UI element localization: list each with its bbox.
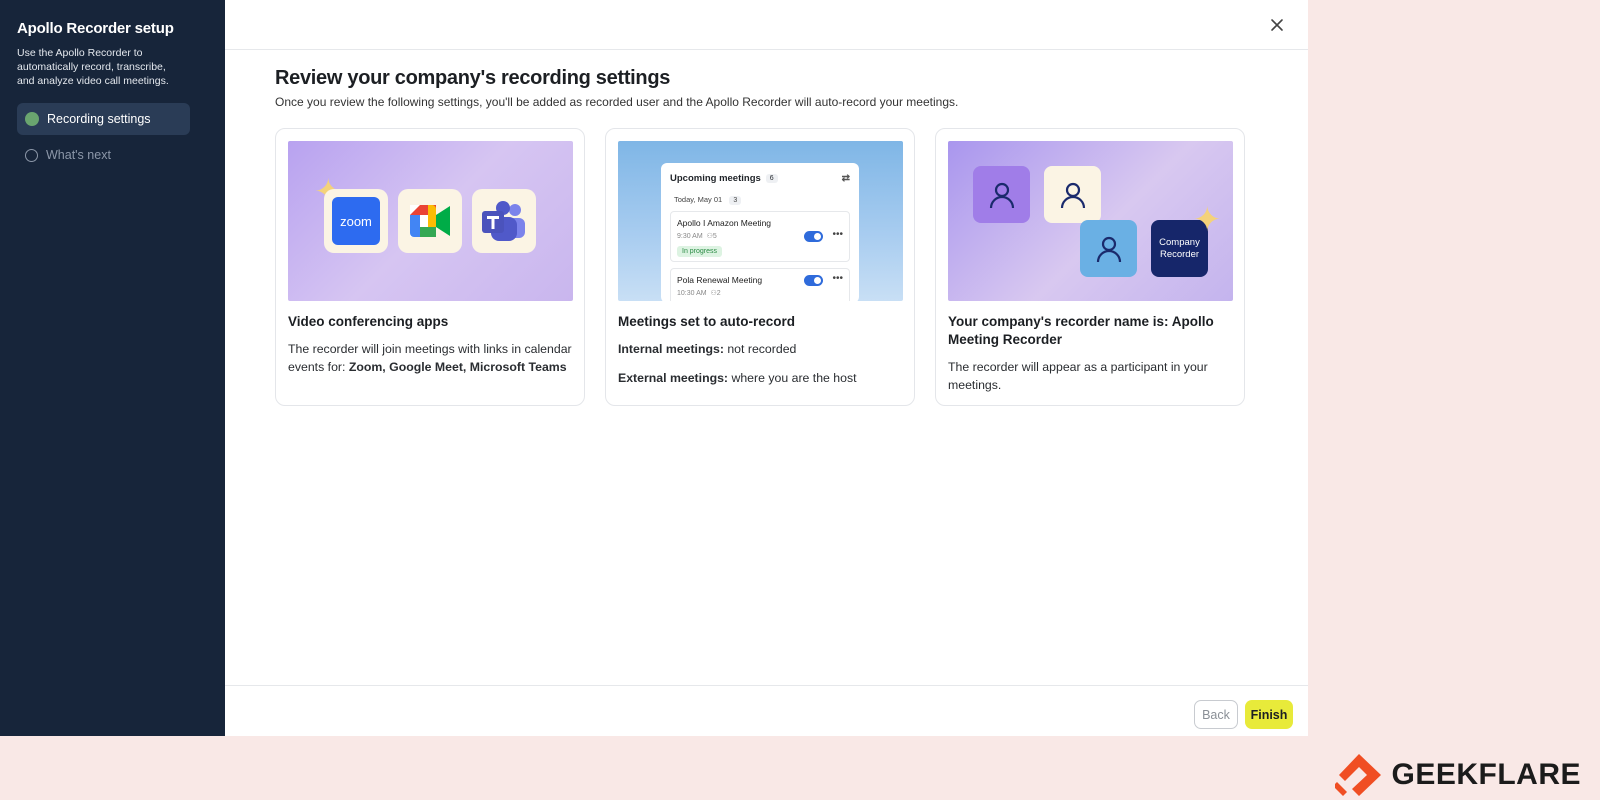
card-title: Your company's recorder name is: Apollo …: [948, 314, 1214, 347]
meeting-name: Apollo I Amazon Meeting: [677, 218, 772, 228]
sidebar-description: Use the Apollo Recorder to automatically…: [17, 47, 169, 87]
step-label: Recording settings: [47, 112, 151, 126]
external-meetings-line: External meetings: where you are the hos…: [618, 369, 902, 387]
auto-record-illustration: Upcoming meetings 6 ⇄ Today, May 01 3 Ap…: [618, 141, 903, 301]
day-count-badge: 3: [729, 196, 742, 205]
step-pending-icon: [25, 148, 38, 162]
zoom-app-icon: zoom: [324, 189, 388, 253]
user-avatar-tile: [973, 166, 1030, 223]
step-complete-icon: [25, 112, 39, 126]
upcoming-meetings-panel: Upcoming meetings 6 ⇄ Today, May 01 3 Ap…: [661, 163, 859, 301]
internal-meetings-line: Internal meetings: not recorded: [618, 340, 902, 358]
meeting-people: 5: [712, 233, 717, 240]
day-header: Today, May 01 3: [674, 195, 850, 205]
sidebar-title: Apollo Recorder setup: [17, 20, 174, 37]
day-label: Today, May 01: [674, 195, 723, 204]
finish-button[interactable]: Finish: [1245, 700, 1293, 729]
user-icon: [989, 182, 1014, 208]
geekflare-mark-icon: [1335, 754, 1382, 796]
video-apps-illustration: ✦ zoom: [288, 141, 573, 301]
user-icon: [1096, 236, 1121, 262]
recorder-illustration: Company Recorder ✦: [948, 141, 1233, 301]
internal-label: Internal meetings:: [618, 342, 724, 356]
page-title: Review your company's recording settings: [275, 67, 671, 89]
status-badge: In progress: [677, 246, 723, 257]
google-meet-icon: [410, 205, 450, 237]
teams-app-icon: [472, 189, 536, 253]
card-body: The recorder will join meetings with lin…: [288, 340, 572, 376]
user-icon: [1060, 182, 1085, 208]
meeting-meta: 10:30 AM ⚇2: [677, 289, 843, 297]
main-panel: Review your company's recording settings…: [225, 0, 1308, 736]
card-body-apps: Zoom, Google Meet, Microsoft Teams: [348, 360, 567, 374]
card-title: Video conferencing apps: [288, 314, 449, 329]
video-apps-card: ✦ zoom: [275, 128, 585, 406]
step-list: Recording settings What's next: [17, 103, 208, 171]
step-recording-settings[interactable]: Recording settings: [17, 103, 190, 135]
footer-bar: Back Finish: [225, 685, 1308, 736]
user-avatar-tile: [1044, 166, 1101, 223]
record-toggle: [804, 275, 823, 286]
setup-sidebar: Apollo Recorder setup Use the Apollo Rec…: [0, 0, 225, 736]
meeting-time: 9:30 AM: [677, 233, 703, 240]
card-title: Meetings set to auto-record: [618, 314, 796, 329]
brand-wordmark: GEEKFLARE: [1391, 758, 1581, 791]
meeting-item: Pola Renewal Meeting 10:30 AM ⚇2 •••: [670, 268, 850, 301]
google-meet-app-icon: [398, 189, 462, 253]
back-button[interactable]: Back: [1194, 700, 1238, 729]
microsoft-teams-icon: [482, 201, 525, 241]
external-label: External meetings:: [618, 371, 729, 385]
settings-cards: ✦ zoom: [275, 128, 1308, 406]
meeting-item: Apollo I Amazon Meeting 9:30 AM ⚇5 In pr…: [670, 211, 850, 262]
card-body: The recorder will appear as a participan…: [948, 360, 1208, 392]
page-subtitle: Once you review the following settings, …: [275, 95, 959, 109]
recorder-label: Recorder: [1159, 248, 1200, 260]
sparkle-icon: ✦: [1193, 201, 1222, 239]
step-whats-next[interactable]: What's next: [17, 139, 190, 171]
panel-title: Upcoming meetings: [670, 173, 761, 184]
close-icon: [1271, 19, 1283, 31]
more-icon: •••: [832, 229, 843, 240]
meeting-time: 10:30 AM: [677, 290, 707, 297]
zoom-logo: zoom: [332, 197, 380, 245]
close-button[interactable]: [1266, 14, 1288, 36]
record-toggle: [804, 231, 823, 242]
recorder-name-card: Company Recorder ✦ Your company's recorde…: [935, 128, 1245, 406]
filter-icon: ⇄: [841, 173, 850, 184]
top-bar: [225, 0, 1308, 50]
internal-value: not recorded: [723, 342, 797, 356]
more-icon: •••: [832, 273, 843, 284]
auto-record-card: Upcoming meetings 6 ⇄ Today, May 01 3 Ap…: [605, 128, 915, 406]
user-avatar-tile: [1080, 220, 1137, 277]
meeting-people: 2: [716, 290, 721, 297]
panel-count-badge: 6: [765, 174, 778, 183]
external-value: where you are the host: [728, 371, 857, 385]
step-label: What's next: [46, 148, 111, 162]
geekflare-logo: GEEKFLARE: [1335, 752, 1581, 798]
